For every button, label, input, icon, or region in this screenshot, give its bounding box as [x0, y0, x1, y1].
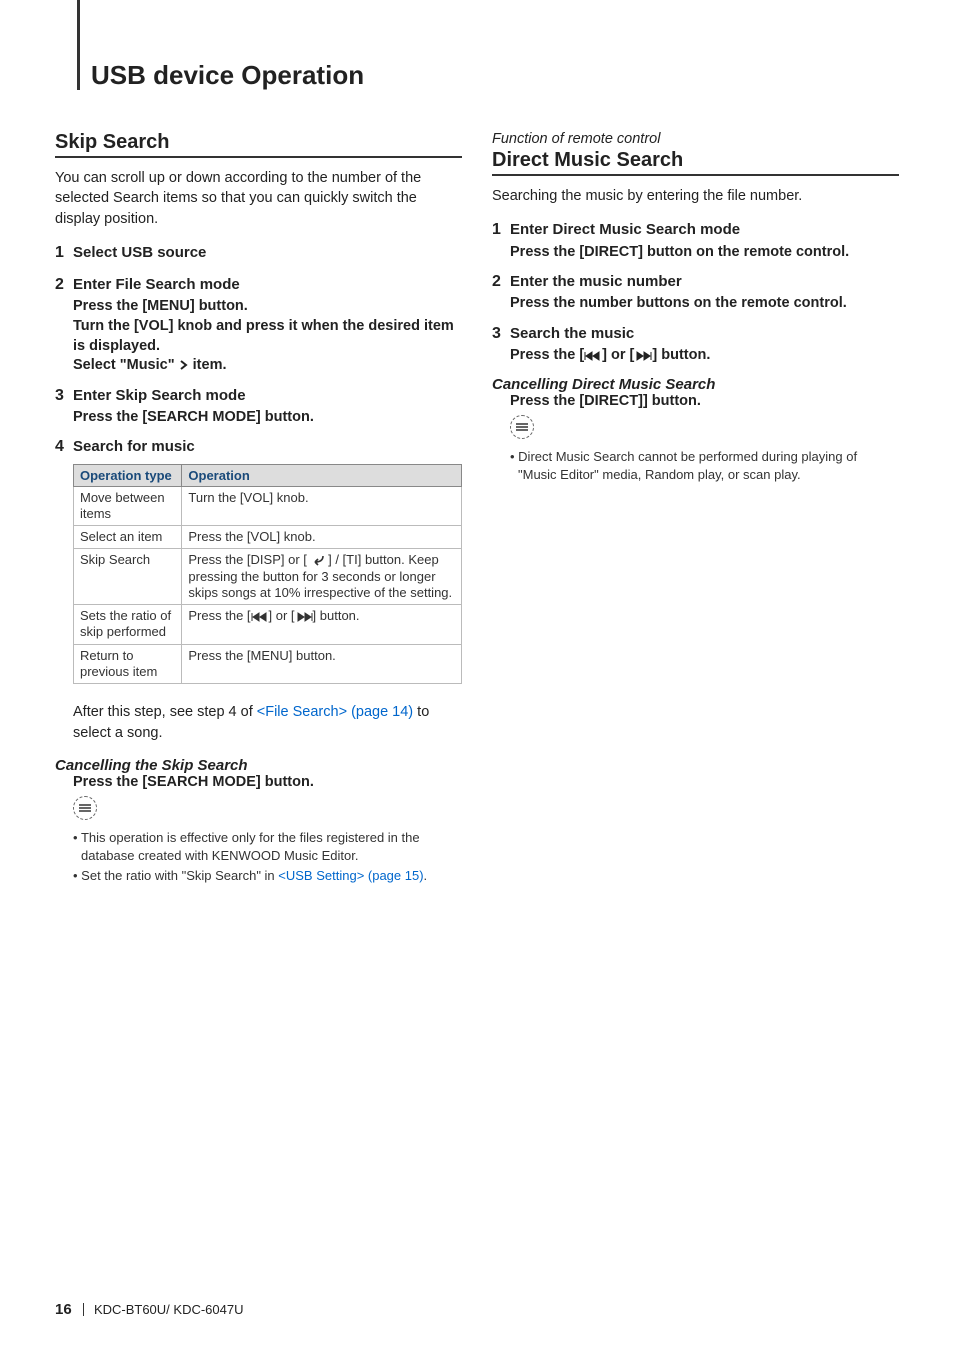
note-item: Set the ratio with "Skip Search" in <USB…: [73, 867, 462, 885]
cell: Turn the [VOL] knob.: [182, 486, 462, 526]
step-number: 4: [55, 437, 73, 692]
cancel-heading: Cancelling Direct Music Search: [492, 376, 899, 393]
page-footer: 16 KDC-BT60U/ KDC-6047U: [55, 1301, 243, 1318]
step-2: 2 Enter File Search mode Press the [MENU…: [55, 275, 462, 376]
cell: Press the [ ] or [ ] button.: [182, 605, 462, 645]
text-fragment: ] or [: [602, 347, 634, 363]
step-title: Enter the music number: [510, 272, 899, 292]
heading-direct-music-search: Direct Music Search: [492, 149, 899, 176]
col-header-operation: Operation: [182, 464, 462, 486]
right-column: Function of remote control Direct Music …: [492, 131, 899, 887]
link-usb-setting[interactable]: <USB Setting> (page 15): [278, 868, 423, 883]
step-title: Enter File Search mode: [73, 275, 462, 295]
text-fragment: ] button.: [313, 608, 360, 623]
cancel-instruction: Press the [SEARCH MODE] button.: [73, 774, 462, 790]
step-1: 1 Select USB source: [55, 243, 462, 265]
intro-direct-music: Searching the music by entering the file…: [492, 186, 899, 206]
table-row: Select an item Press the [VOL] knob.: [74, 526, 462, 549]
cancel-heading: Cancelling the Skip Search: [55, 757, 462, 774]
after-step-note: After this step, see step 4 of <File Sea…: [73, 702, 462, 743]
step-number: 3: [55, 386, 73, 428]
table-row: Skip Search Press the [DISP] or [ ] / [T…: [74, 549, 462, 605]
function-subhead: Function of remote control: [492, 131, 899, 147]
step-1: 1 Enter Direct Music Search mode Press t…: [492, 220, 899, 262]
step-2: 2 Enter the music number Press the numbe…: [492, 272, 899, 314]
table-row: Move between items Turn the [VOL] knob.: [74, 486, 462, 526]
page-title: USB device Operation: [91, 60, 899, 91]
skip-forward-icon: [634, 351, 652, 361]
step-4: 4 Search for music Operation type Operat…: [55, 437, 462, 692]
step-title: Select USB source: [73, 243, 462, 263]
step-instruction: Press the number buttons on the remote c…: [510, 294, 899, 314]
text-fragment: Press the [DISP] or [: [188, 552, 310, 567]
step-title: Search for music: [73, 437, 462, 457]
step-instruction: Press the [SEARCH MODE] button.: [73, 408, 462, 428]
cancel-instruction: Press the [DIRECT]] button.: [510, 393, 899, 409]
link-file-search[interactable]: <File Search> (page 14): [257, 704, 413, 720]
step-instruction: Press the [MENU] button.: [73, 297, 462, 317]
step-number: 1: [492, 220, 510, 262]
note-icon: [510, 415, 534, 439]
cell: Return to previous item: [74, 644, 182, 684]
skip-back-icon: [584, 351, 602, 361]
note-item: Direct Music Search cannot be performed …: [510, 448, 899, 484]
left-column: Skip Search You can scroll up or down ac…: [55, 131, 462, 887]
step-title: Search the music: [510, 324, 899, 344]
table-row: Return to previous item Press the [MENU]…: [74, 644, 462, 684]
notes-list: Direct Music Search cannot be performed …: [510, 448, 899, 484]
heading-skip-search: Skip Search: [55, 131, 462, 158]
text-fragment: ] or [: [269, 608, 295, 623]
step-3: 3 Enter Skip Search mode Press the [SEAR…: [55, 386, 462, 428]
note-item: This operation is effective only for the…: [73, 829, 462, 865]
step-instruction: Turn the [VOL] knob and press it when th…: [73, 317, 462, 356]
text-fragment: .: [424, 868, 428, 883]
cell: Skip Search: [74, 549, 182, 605]
cell: Sets the ratio of skip performed: [74, 605, 182, 645]
step-number: 2: [55, 275, 73, 376]
notes-list: This operation is effective only for the…: [73, 829, 462, 886]
cell: Move between items: [74, 486, 182, 526]
skip-forward-icon: [295, 612, 313, 622]
text-fragment: Press the [: [510, 347, 584, 363]
step-instruction: Press the [ ] or [ ] button.: [510, 346, 899, 366]
vertical-rule-decor: [77, 0, 80, 90]
text-fragment: Select "Music": [73, 357, 179, 373]
col-header-operation-type: Operation type: [74, 464, 182, 486]
page-number: 16: [55, 1301, 72, 1318]
text-fragment: Press the [: [188, 608, 250, 623]
step-number: 3: [492, 324, 510, 366]
text-fragment: After this step, see step 4 of: [73, 704, 257, 720]
text-fragment: Set the ratio with "Skip Search" in: [81, 868, 278, 883]
cell: Press the [VOL] knob.: [182, 526, 462, 549]
step-title: Enter Skip Search mode: [73, 386, 462, 406]
cell: Press the [MENU] button.: [182, 644, 462, 684]
model-label: KDC-BT60U/ KDC-6047U: [94, 1302, 244, 1317]
step-title: Enter Direct Music Search mode: [510, 220, 899, 240]
step-3: 3 Search the music Press the [ ] or [ ] bu…: [492, 324, 899, 366]
cell: Press the [DISP] or [ ] / [TI] button. K…: [182, 549, 462, 605]
cell: Select an item: [74, 526, 182, 549]
note-icon: [73, 796, 97, 820]
text-fragment: item.: [189, 357, 227, 373]
return-arrow-icon: [311, 554, 325, 566]
table-row: Sets the ratio of skip performed Press t…: [74, 605, 462, 645]
text-fragment: ] button.: [652, 347, 710, 363]
step-instruction: Select "Music" item.: [73, 356, 462, 376]
step-number: 1: [55, 243, 73, 265]
chevron-right-icon: [179, 360, 189, 370]
footer-separator: [83, 1303, 84, 1316]
operation-table: Operation type Operation Move between it…: [73, 464, 462, 685]
step-instruction: Press the [DIRECT] button on the remote …: [510, 243, 899, 263]
intro-skip-search: You can scroll up or down according to t…: [55, 168, 462, 229]
skip-back-icon: [251, 612, 269, 622]
step-number: 2: [492, 272, 510, 314]
